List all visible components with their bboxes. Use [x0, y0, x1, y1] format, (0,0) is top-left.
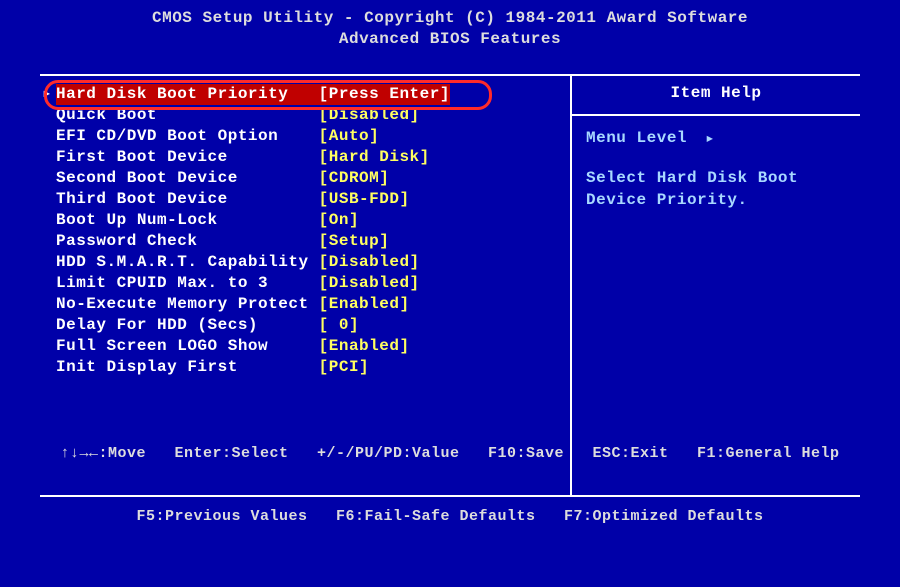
selection-arrow-icon: [42, 294, 56, 315]
menu-level: Menu Level ▸: [586, 128, 846, 148]
help-title: Item Help: [586, 84, 846, 102]
selection-arrow-icon: [42, 315, 56, 336]
selection-arrow-icon: [42, 105, 56, 126]
selection-arrow-icon: [42, 126, 56, 147]
footer-keymap: ↑↓→←:Move Enter:Select +/-/PU/PD:Value F…: [0, 401, 900, 569]
setting-label: Full Screen LOGO Show: [56, 336, 319, 357]
setting-value[interactable]: [Auto]: [319, 126, 380, 147]
bios-screen: CMOS Setup Utility - Copyright (C) 1984-…: [0, 0, 900, 587]
selection-arrow-icon: [42, 147, 56, 168]
setting-row[interactable]: EFI CD/DVD Boot Option [Auto]: [46, 126, 564, 147]
setting-value[interactable]: [Disabled]: [319, 273, 420, 294]
selection-arrow-icon: [42, 168, 56, 189]
setting-row[interactable]: First Boot Device [Hard Disk]: [46, 147, 564, 168]
footer-line1: ↑↓→←:Move Enter:Select +/-/PU/PD:Value F…: [0, 443, 900, 464]
selection-arrow-icon: [42, 189, 56, 210]
setting-value[interactable]: [Setup]: [319, 231, 390, 252]
setting-row[interactable]: Password Check [Setup]: [46, 231, 564, 252]
setting-value[interactable]: [Enabled]: [319, 294, 410, 315]
setting-label: Boot Up Num-Lock: [56, 210, 319, 231]
selection-arrow-icon: ▸: [42, 84, 56, 105]
setting-row[interactable]: Boot Up Num-Lock [On]: [46, 210, 564, 231]
selection-arrow-icon: [42, 336, 56, 357]
setting-value[interactable]: [CDROM]: [319, 168, 390, 189]
setting-value[interactable]: [Press Enter]: [319, 84, 450, 105]
setting-value[interactable]: [Enabled]: [319, 336, 410, 357]
selection-arrow-icon: [42, 273, 56, 294]
setting-value[interactable]: [ 0]: [319, 315, 359, 336]
setting-value[interactable]: [Hard Disk]: [319, 147, 430, 168]
selection-arrow-icon: [42, 252, 56, 273]
header-line1: CMOS Setup Utility - Copyright (C) 1984-…: [0, 8, 900, 29]
setting-row[interactable]: No-Execute Memory Protect [Enabled]: [46, 294, 564, 315]
setting-label: No-Execute Memory Protect: [56, 294, 319, 315]
header-line2: Advanced BIOS Features: [0, 29, 900, 50]
selection-arrow-icon: [42, 231, 56, 252]
setting-label: Password Check: [56, 231, 319, 252]
help-divider: [572, 114, 860, 116]
chevron-right-icon: ▸: [705, 128, 715, 148]
setting-row[interactable]: HDD S.M.A.R.T. Capability [Disabled]: [46, 252, 564, 273]
setting-value[interactable]: [Disabled]: [319, 105, 420, 126]
setting-label: Limit CPUID Max. to 3: [56, 273, 319, 294]
setting-label: HDD S.M.A.R.T. Capability: [56, 252, 319, 273]
setting-label: Third Boot Device: [56, 189, 319, 210]
setting-label: Init Display First: [56, 357, 319, 378]
setting-value[interactable]: [On]: [319, 210, 359, 231]
setting-label: First Boot Device: [56, 147, 319, 168]
selection-arrow-icon: [42, 357, 56, 378]
setting-row[interactable]: Limit CPUID Max. to 3 [Disabled]: [46, 273, 564, 294]
setting-row[interactable]: Third Boot Device [USB-FDD]: [46, 189, 564, 210]
setting-label: Hard Disk Boot Priority: [56, 84, 319, 105]
setting-label: Second Boot Device: [56, 168, 319, 189]
setting-label: Quick Boot: [56, 105, 319, 126]
header: CMOS Setup Utility - Copyright (C) 1984-…: [0, 0, 900, 56]
footer-line2: F5:Previous Values F6:Fail-Safe Defaults…: [0, 506, 900, 527]
selection-arrow-icon: [42, 210, 56, 231]
menu-level-label: Menu Level: [586, 129, 687, 147]
help-text: Select Hard Disk Boot Device Priority.: [586, 168, 846, 211]
setting-row[interactable]: Quick Boot [Disabled]: [46, 105, 564, 126]
setting-value[interactable]: [USB-FDD]: [319, 189, 410, 210]
setting-row[interactable]: Init Display First [PCI]: [46, 357, 564, 378]
setting-value[interactable]: [PCI]: [319, 357, 370, 378]
setting-row[interactable]: ▸Hard Disk Boot Priority [Press Enter]: [46, 84, 564, 105]
setting-label: Delay For HDD (Secs): [56, 315, 319, 336]
setting-label: EFI CD/DVD Boot Option: [56, 126, 319, 147]
setting-row[interactable]: Full Screen LOGO Show [Enabled]: [46, 336, 564, 357]
setting-row[interactable]: Delay For HDD (Secs) [ 0]: [46, 315, 564, 336]
setting-value[interactable]: [Disabled]: [319, 252, 420, 273]
setting-row[interactable]: Second Boot Device [CDROM]: [46, 168, 564, 189]
